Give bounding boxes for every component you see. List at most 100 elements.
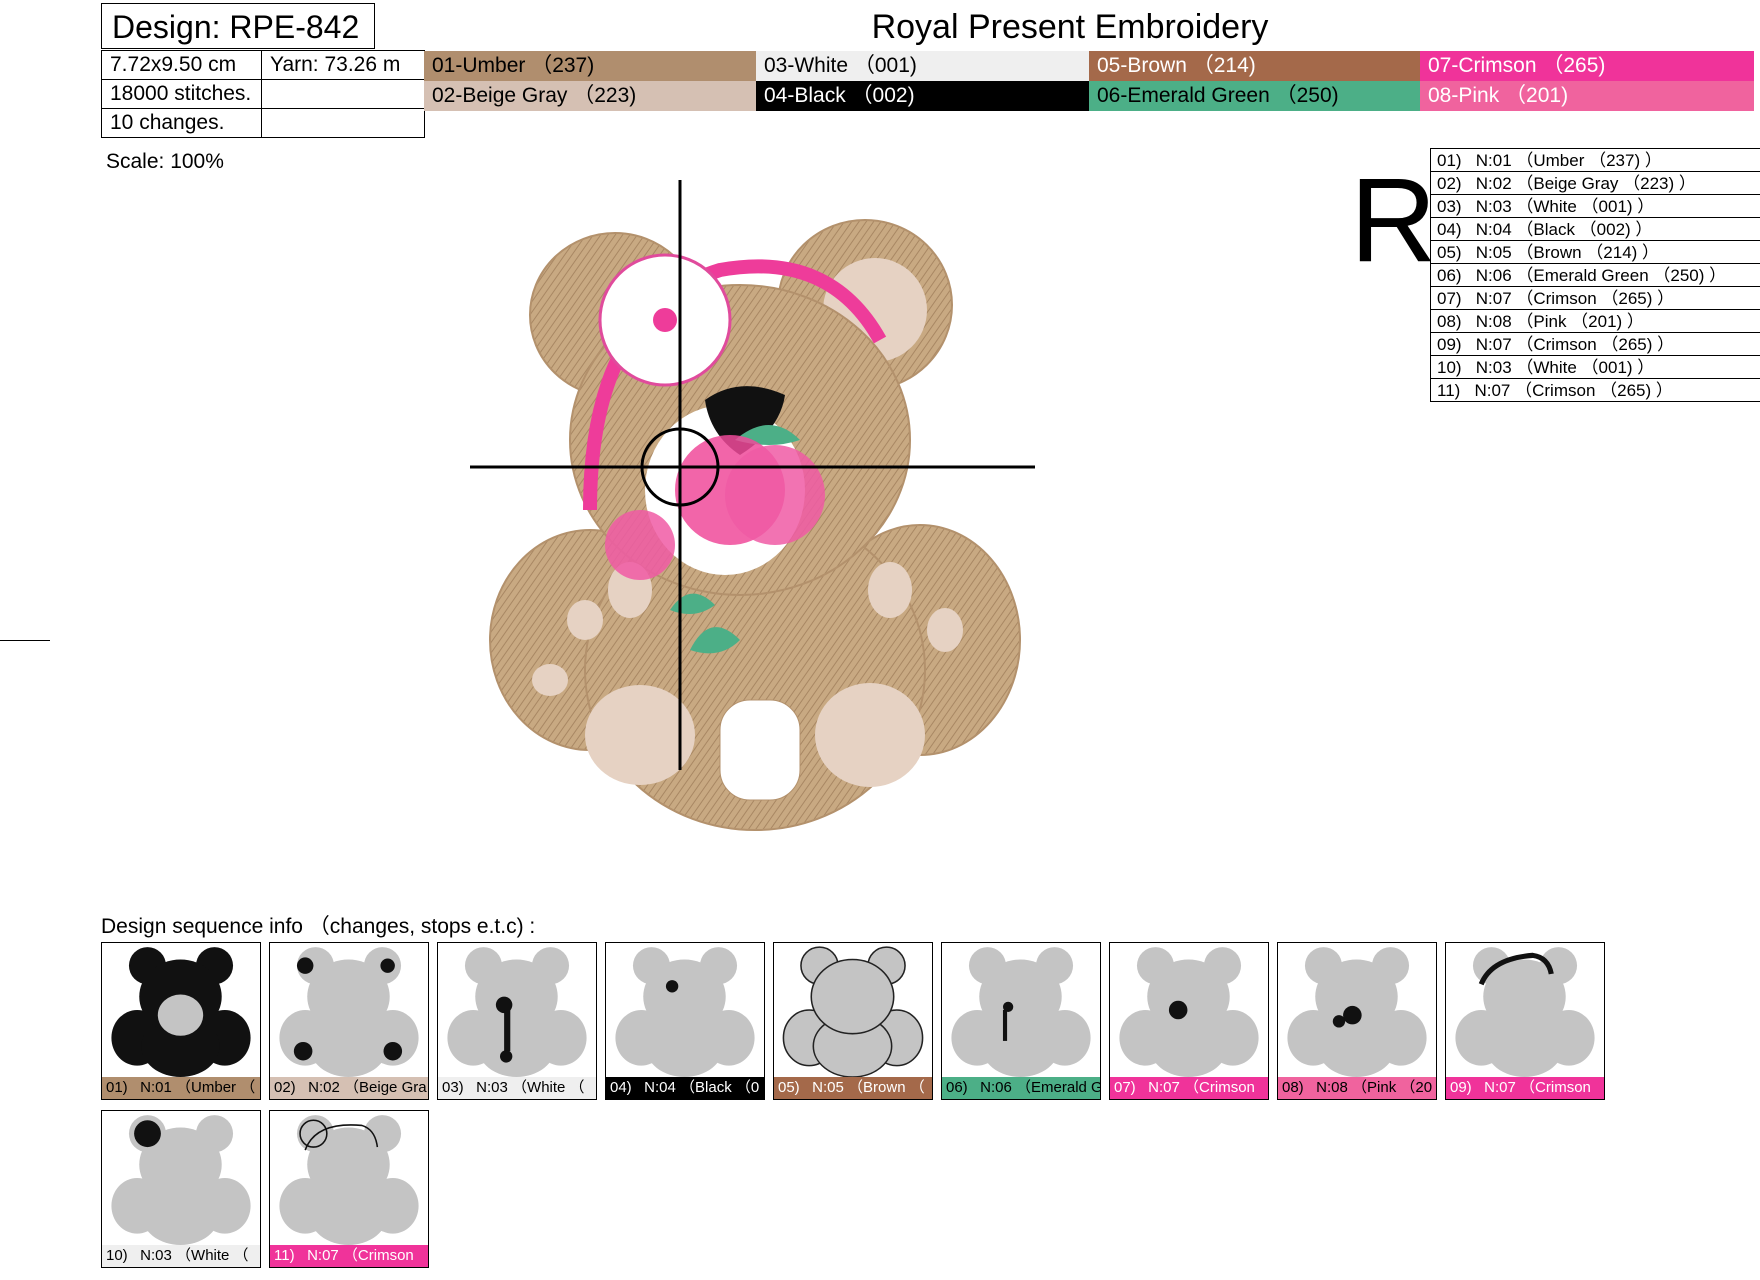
thumb-mark <box>383 1041 403 1061</box>
bear-belly <box>719 699 801 801</box>
thumb-mark <box>293 1041 313 1061</box>
thumbnail-preview <box>1287 947 1427 1077</box>
thumbnail-preview <box>1119 947 1259 1077</box>
thumb-mark <box>1002 1010 1008 1041</box>
rotation-indicator: R <box>1350 153 1437 287</box>
thumbnail-preview <box>279 1115 419 1245</box>
sequence-row: 06) N:06 （Emerald Green （250) ） <box>1431 264 1760 287</box>
thumbnail-caption: 10) N:03 （White （ <box>102 1245 260 1267</box>
thumbnail-caption: 09) N:07 （Crimson <box>1446 1077 1604 1099</box>
color-swatch: 08-Pink （201) <box>1420 81 1754 111</box>
sequence-row: 02) N:02 （Beige Gray （223) ） <box>1431 172 1760 195</box>
thumbnail-caption: 08) N:08 （Pink （20 <box>1278 1077 1436 1099</box>
brand-title: Royal Present Embroidery <box>871 8 1269 46</box>
thumbnail-caption: 03) N:03 （White （ <box>438 1077 596 1099</box>
changes-value: 10 changes. <box>101 108 262 138</box>
thumbnail-caption: 04) N:04 （Black （0 <box>606 1077 764 1099</box>
bear-silhouette <box>951 947 1091 1077</box>
thumb-mark <box>504 1010 511 1052</box>
thumbnail-caption: 02) N:02 （Beige Gra <box>270 1077 428 1099</box>
stitches-value: 18000 stitches. <box>101 79 262 109</box>
empty-cell <box>261 79 425 109</box>
sequence-thumbnail[interactable]: 09) N:07 （Crimson <box>1445 942 1605 1100</box>
design-info-table: 7.72x9.50 cm Yarn: 73.26 m 18000 stitche… <box>101 50 425 138</box>
toe-pad <box>567 600 603 640</box>
color-swatch: 03-White （001) <box>756 51 1089 81</box>
sequence-row: 03) N:03 （White （001) ） <box>1431 195 1760 218</box>
thumbnail-preview <box>1455 947 1595 1077</box>
thumb-mark <box>157 994 204 1036</box>
rose-right <box>725 445 825 545</box>
sequence-row: 01) N:01 （Umber （237) ） <box>1431 149 1760 172</box>
color-column-3: 05-Brown （214) 06-Emerald Green （250) <box>1089 51 1420 111</box>
sequence-row: 10) N:03 （White （001) ） <box>1431 356 1760 379</box>
sequence-thumbnail[interactable]: 04) N:04 （Black （0 <box>605 942 765 1100</box>
bear-silhouette <box>111 1115 251 1245</box>
bear-silhouette <box>1119 947 1259 1077</box>
thumbnail-preview <box>111 1115 251 1245</box>
thumbnail-preview <box>111 947 251 1077</box>
thumbnail-preview <box>615 947 755 1077</box>
sequence-thumbnail[interactable]: 11) N:07 （Crimson <box>269 1110 429 1268</box>
thumbnail-preview <box>782 946 924 1077</box>
color-swatch: 02-Beige Gray （223) <box>424 81 756 111</box>
bear-silhouette <box>615 947 755 1077</box>
color-swatch: 05-Brown （214) <box>1089 51 1420 81</box>
sequence-row: 04) N:04 （Black （002) ） <box>1431 218 1760 241</box>
sequence-row: 09) N:07 （Crimson （265) ） <box>1431 333 1760 356</box>
sequence-thumbnail[interactable]: 06) N:06 （Emerald G <box>941 942 1101 1100</box>
toe-pad <box>927 608 963 652</box>
bear-right-foot-pad <box>815 683 925 787</box>
thumb-mark <box>499 1050 513 1063</box>
thumb-mark <box>1332 1015 1346 1028</box>
thumbnail-preview <box>951 947 1091 1077</box>
bear-silhouette <box>1455 947 1595 1077</box>
thumbnail-preview <box>279 947 419 1077</box>
sequence-info-label: Design sequence info （changes, stops e.t… <box>101 915 536 938</box>
color-column-4: 07-Crimson （265) 08-Pink （201) <box>1420 51 1754 111</box>
thumbnail-caption: 07) N:07 （Crimson <box>1110 1077 1268 1099</box>
thumbnail-caption: 05) N:05 （Brown （ <box>774 1077 932 1099</box>
color-column-2: 03-White （001) 04-Black （002) <box>756 51 1089 111</box>
color-swatch: 06-Emerald Green （250) <box>1089 81 1420 111</box>
sequence-thumbnail[interactable]: 08) N:08 （Pink （20 <box>1277 942 1437 1100</box>
scale-label: Scale: 100% <box>106 150 224 173</box>
toe-pad <box>868 562 912 618</box>
design-id: Design: RPE-842 <box>101 3 375 49</box>
color-swatch: 07-Crimson （265) <box>1420 51 1754 81</box>
thumb-mark <box>380 958 395 973</box>
sequence-thumbnail[interactable]: 07) N:07 （Crimson <box>1109 942 1269 1100</box>
sequence-row: 08) N:08 （Pink （201) ） <box>1431 310 1760 333</box>
sequence-row: 05) N:05 （Brown （214) ） <box>1431 241 1760 264</box>
sequence-row: 07) N:07 （Crimson （265) ） <box>1431 287 1760 310</box>
thumb-mark <box>665 980 679 993</box>
bear-silhouette <box>447 947 587 1077</box>
design-preview <box>470 180 1035 831</box>
divider-line <box>0 640 50 641</box>
thumbnail-preview <box>447 947 587 1077</box>
thumb-mark <box>1343 1005 1362 1025</box>
rose-small <box>605 510 675 580</box>
sequence-thumbnail[interactable]: 01) N:01 （Umber （ <box>101 942 261 1100</box>
sequence-thumbnail[interactable]: 03) N:03 （White （ <box>437 942 597 1100</box>
color-swatch: 01-Umber （237) <box>424 51 756 81</box>
size-value: 7.72x9.50 cm <box>101 50 262 80</box>
thumb-mark <box>296 957 314 974</box>
sequence-row: 11) N:07 （Crimson （265) ） <box>1431 379 1760 402</box>
thumbnail-caption: 01) N:01 （Umber （ <box>102 1077 260 1099</box>
color-column-1: 01-Umber （237) 02-Beige Gray （223) <box>424 51 756 111</box>
thumbnail-caption: 11) N:07 （Crimson <box>270 1245 428 1267</box>
sequence-table: 01) N:01 （Umber （237) ） 02) N:02 （Beige … <box>1430 148 1760 402</box>
daisy-flower <box>598 253 732 387</box>
sequence-thumbnail[interactable]: 05) N:05 （Brown （ <box>773 942 933 1100</box>
thumb-mark <box>134 1120 161 1148</box>
sequence-thumbnail[interactable]: 02) N:02 （Beige Gra <box>269 942 429 1100</box>
color-swatch: 04-Black （002) <box>756 81 1089 111</box>
yarn-value: Yarn: 73.26 m <box>261 50 425 80</box>
toe-pad <box>532 664 568 696</box>
sequence-thumbnail[interactable]: 10) N:03 （White （ <box>101 1110 261 1268</box>
empty-cell <box>261 108 425 138</box>
bear-silhouette <box>782 946 924 1077</box>
thumb-mark <box>1168 1000 1188 1020</box>
thumbnail-caption: 06) N:06 （Emerald G <box>942 1077 1100 1099</box>
